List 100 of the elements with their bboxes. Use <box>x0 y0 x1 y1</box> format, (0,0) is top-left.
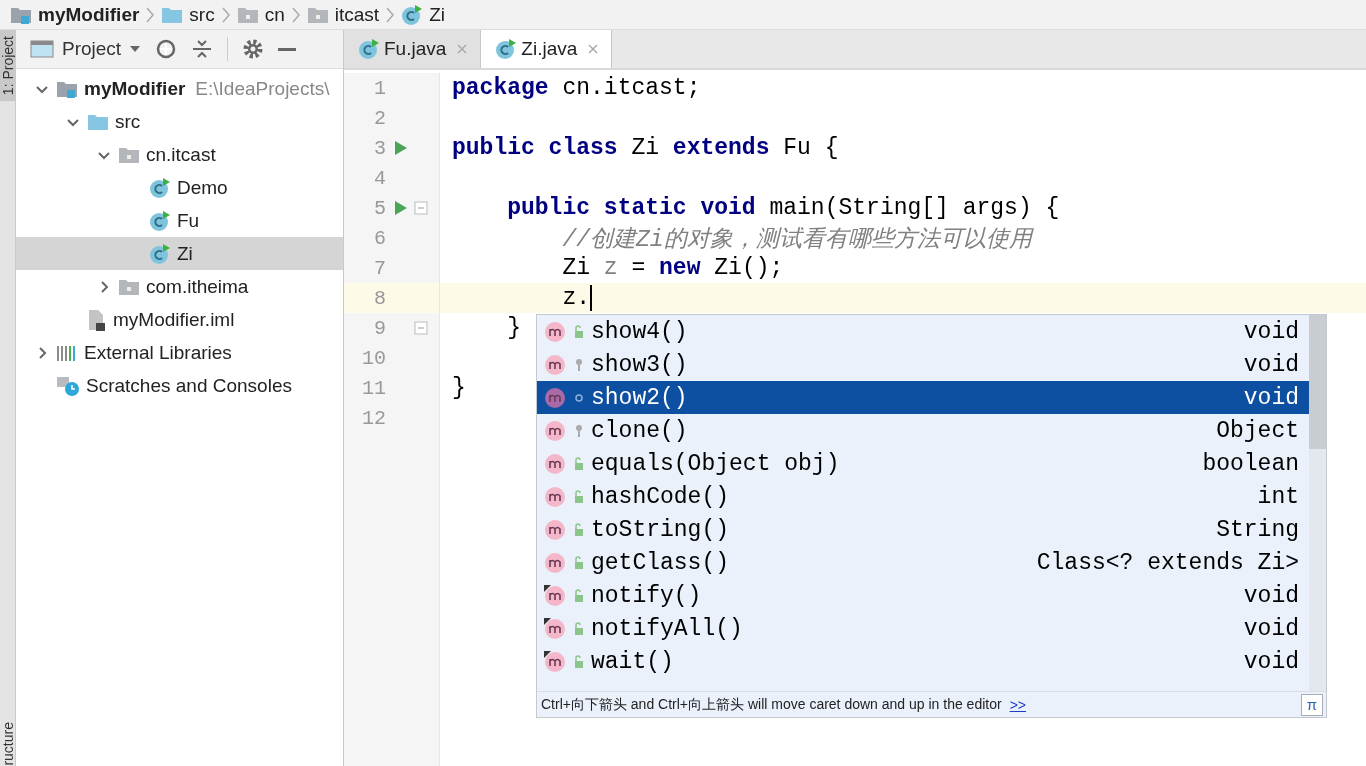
line-number: 5 <box>373 196 386 220</box>
package-folder-icon <box>118 145 140 164</box>
code-line: public class Zi extends Fu { <box>452 135 839 161</box>
tree-row[interactable]: Zi <box>16 237 343 270</box>
run-icon[interactable] <box>394 200 408 216</box>
tree-row[interactable]: src <box>16 105 343 138</box>
chevron-icon <box>290 5 301 24</box>
file-icon <box>87 308 107 331</box>
tree-item-label[interactable]: Zi <box>177 242 193 265</box>
method-icon <box>543 451 567 476</box>
editor-tab[interactable]: Fu.java <box>344 30 482 68</box>
minimize-icon <box>278 47 297 51</box>
method-icon <box>543 484 567 509</box>
class-icon <box>149 242 171 265</box>
tree-row[interactable]: cn.itcast <box>16 138 343 171</box>
line-number: 10 <box>361 346 386 370</box>
tree-item-label[interactable]: com.itheima <box>146 275 249 298</box>
unlocked-icon <box>573 621 585 636</box>
package-folder-icon <box>236 5 259 24</box>
unlocked-icon <box>573 654 585 669</box>
project-path: E:\IdeaProjects\ <box>195 77 330 100</box>
code-line: z. <box>561 285 591 311</box>
module-folder-icon <box>56 79 78 98</box>
line-number: 1 <box>373 76 386 100</box>
tree-item-label[interactable]: Demo <box>177 176 228 199</box>
line-number: 2 <box>373 106 386 130</box>
tree-row[interactable]: External Libraries <box>16 336 343 369</box>
code-line: } <box>452 375 466 401</box>
key-icon <box>573 357 585 372</box>
breadcrumb-item[interactable]: itcast <box>334 3 380 26</box>
method-icon <box>543 385 567 410</box>
line-number: 8 <box>373 286 386 310</box>
run-icon[interactable] <box>394 140 408 156</box>
unlocked-icon <box>573 555 585 570</box>
unlocked-icon <box>573 324 585 339</box>
unlocked-icon <box>573 489 585 504</box>
completion-item[interactable]: toString() String <box>537 513 1309 546</box>
method-icon <box>543 418 567 443</box>
text-caret <box>590 285 593 311</box>
view-selector[interactable]: Project <box>30 38 142 60</box>
scratches-icon <box>56 374 80 397</box>
tree-row[interactable]: Demo <box>16 171 343 204</box>
line-number: 11 <box>361 376 386 400</box>
completion-item[interactable]: show2() void <box>537 381 1309 414</box>
tree-item-label[interactable]: myModifier <box>84 77 186 100</box>
tree-item-label[interactable]: External Libraries <box>84 341 232 364</box>
scrollbar-thumb[interactable] <box>1309 315 1326 449</box>
completion-item[interactable]: notify() void <box>537 579 1309 612</box>
chevron-icon <box>145 5 156 24</box>
more-link[interactable]: >> <box>1009 696 1026 713</box>
tree-item-label[interactable]: cn.itcast <box>146 143 216 166</box>
completion-item[interactable]: equals(Object obj) boolean <box>537 447 1309 480</box>
line-number: 3 <box>373 136 386 160</box>
completion-item[interactable]: show4() void <box>537 315 1309 348</box>
completion-item[interactable]: wait() void <box>537 645 1309 678</box>
tree-item-label[interactable]: src <box>115 110 141 133</box>
tool-window-tab[interactable]: ructure <box>0 722 15 766</box>
method-icon <box>543 319 567 344</box>
key-icon <box>573 423 585 438</box>
method-icon <box>543 550 567 575</box>
tree-item-label[interactable]: Scratches and Consoles <box>86 374 292 397</box>
chevron-icon <box>220 5 231 24</box>
breadcrumb-item[interactable]: Zi <box>429 3 445 26</box>
completion-item[interactable]: hashCode() int <box>537 480 1309 513</box>
chevron-icon <box>385 5 396 24</box>
tree-row[interactable]: myModifier.iml <box>16 303 343 336</box>
tree-item-label[interactable]: Fu <box>177 209 200 232</box>
class-icon <box>358 38 380 60</box>
locate-icon <box>155 38 178 60</box>
completion-item[interactable]: getClass() Class<? extends Zi> <box>537 546 1309 579</box>
breadcrumb-item[interactable]: cn <box>264 3 285 26</box>
scrollbar[interactable] <box>1309 315 1326 691</box>
completion-item[interactable]: notifyAll() void <box>537 612 1309 645</box>
editor-tab[interactable]: Zi.java <box>481 30 613 68</box>
code-line: } <box>506 315 521 341</box>
completion-item[interactable]: clone() Object <box>537 414 1309 447</box>
tree-row[interactable]: Scratches and Consoles <box>16 369 343 402</box>
unlocked-icon <box>573 588 585 603</box>
class-icon <box>149 176 171 199</box>
breadcrumb-item[interactable]: myModifier <box>38 3 140 26</box>
module-folder-icon <box>10 5 32 24</box>
fold-icon[interactable] <box>414 321 428 335</box>
package-folder-icon <box>306 5 329 24</box>
tree-row[interactable]: com.itheima <box>16 270 343 303</box>
line-number: 9 <box>373 316 386 340</box>
tree-row[interactable]: Fu <box>16 204 343 237</box>
settings-icon <box>242 38 265 60</box>
fold-icon[interactable] <box>414 201 428 215</box>
code-line: //创建Zi的对象，测试看有哪些方法可以使用 <box>561 225 1032 254</box>
collapse-all-icon <box>191 38 214 60</box>
tree-row[interactable]: myModifier E:\IdeaProjects\ <box>16 72 343 105</box>
folder-icon <box>161 5 184 24</box>
method-icon <box>543 352 567 377</box>
tree-item-label[interactable]: myModifier.iml <box>113 308 235 331</box>
code-line: Zi z = new Zi(); <box>561 255 784 281</box>
class-icon <box>401 3 424 26</box>
breadcrumb-item[interactable]: src <box>189 3 215 26</box>
completion-item[interactable]: show3() void <box>537 348 1309 381</box>
code-line: package cn.itcast; <box>452 75 701 101</box>
pi-button[interactable]: π <box>1301 693 1323 716</box>
